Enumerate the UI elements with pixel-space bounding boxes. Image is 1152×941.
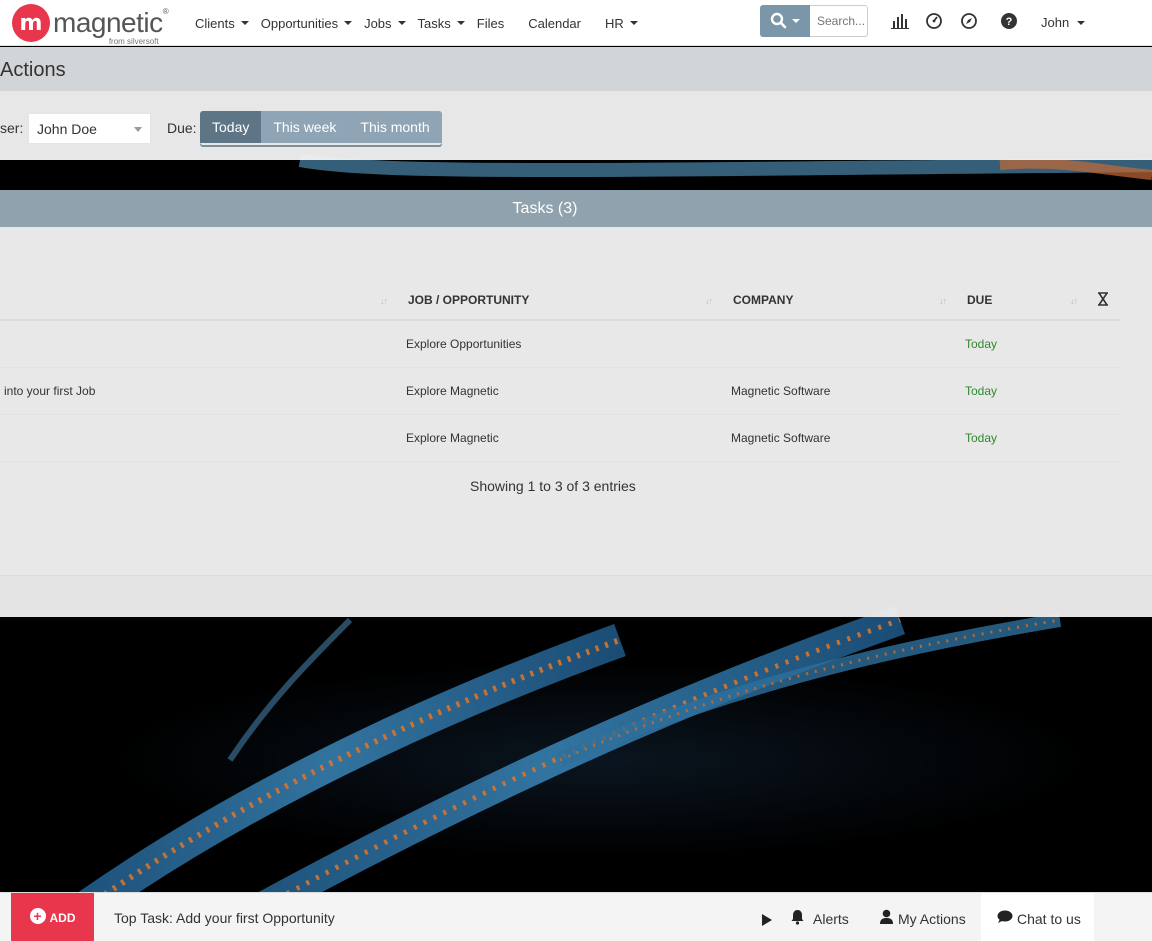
alerts-button[interactable]: Alerts (790, 910, 849, 927)
logo-subtitle: from silversoft (108, 37, 159, 46)
filter-bar: ser: John Doe Due: Today This week This … (0, 91, 1152, 160)
due-filter-group: Today This week This month (200, 111, 442, 145)
chevron-down-icon (792, 19, 800, 23)
plus-circle-icon: + (29, 907, 46, 924)
table-row[interactable]: into your first Job Explore Magnetic Mag… (0, 368, 1120, 415)
chevron-down-icon (344, 21, 353, 25)
nav-files[interactable]: Files (477, 16, 504, 31)
table-row[interactable]: Explore Opportunities Today (0, 321, 1120, 368)
column-header-job[interactable]: JOB / OPPORTUNITY (408, 293, 529, 307)
table-row[interactable]: Explore Magnetic Magnetic Software Today (0, 415, 1120, 462)
chevron-down-icon (1077, 20, 1086, 25)
bottom-bar: + ADD Top Task: Add your first Opportuni… (0, 892, 1152, 941)
nav-calendar[interactable]: Calendar (528, 16, 581, 31)
panel-footer (0, 575, 1152, 617)
dashboard-icon[interactable] (924, 11, 944, 31)
due-this-week-button[interactable]: This week (261, 111, 349, 143)
actions-header: Actions (0, 47, 1152, 91)
logo-registered-mark: ® (162, 7, 169, 16)
due-filter-label: Due: (167, 120, 197, 136)
sort-icon[interactable]: ↓↑ (939, 296, 947, 306)
column-header-due[interactable]: DUE (967, 293, 992, 307)
table-info: Showing 1 to 3 of 3 entries (470, 478, 636, 494)
bell-icon (791, 910, 804, 925)
tasks-title: Tasks (3) (512, 200, 578, 217)
due-today-button[interactable]: Today (200, 111, 262, 143)
user-filter-label: ser: (0, 120, 24, 136)
help-icon[interactable]: ? (999, 11, 1019, 31)
compass-icon[interactable] (959, 11, 979, 31)
bar-chart-icon[interactable] (890, 11, 910, 31)
sort-icon[interactable]: ↓↑ (380, 296, 388, 306)
user-icon (880, 909, 893, 924)
tasks-header: Tasks (3) (0, 190, 1152, 227)
my-actions-button[interactable]: My Actions (879, 909, 966, 927)
search-button[interactable] (760, 5, 810, 37)
due-this-month-button[interactable]: This month (348, 111, 442, 143)
svg-text:?: ? (1006, 16, 1013, 28)
app-logo[interactable]: m magnetic from silversoft ® (12, 3, 174, 46)
chevron-down-icon (456, 21, 465, 25)
sort-icon[interactable]: ↓↑ (705, 296, 713, 306)
chevron-down-icon (629, 21, 638, 25)
chat-button[interactable]: Chat to us (981, 893, 1094, 941)
tasks-table: ↓↑ JOB / OPPORTUNITY ↓↑ COMPANY ↓↑ DUE ↓… (0, 227, 1152, 575)
user-name: John (1041, 15, 1070, 30)
nav-hr[interactable]: HR (605, 16, 638, 31)
logo-wordmark: magnetic (53, 7, 163, 38)
page-title: Actions (0, 59, 66, 81)
top-task-text[interactable]: Top Task: Add your first Opportunity (114, 910, 335, 926)
nav-opportunities[interactable]: Opportunities (261, 16, 353, 31)
nav-tasks[interactable]: Tasks (418, 16, 465, 31)
user-select[interactable]: John Doe (28, 113, 151, 144)
search-icon (770, 12, 787, 29)
add-button[interactable]: + ADD (11, 893, 94, 941)
chevron-down-icon (240, 21, 249, 25)
nav-jobs[interactable]: Jobs (364, 16, 406, 31)
logo-mark: m (12, 4, 50, 42)
dropdown-arrow-icon (134, 127, 142, 132)
main-menu: Clients Opportunities Jobs Tasks Files C… (195, 0, 650, 46)
sort-icon[interactable]: ↓↑ (1070, 296, 1078, 306)
search-input[interactable] (810, 5, 868, 37)
play-icon[interactable] (762, 914, 772, 926)
hourglass-icon[interactable] (1097, 292, 1109, 309)
top-navbar: m magnetic from silversoft ® Clients Opp… (0, 0, 1152, 46)
chevron-down-icon (397, 21, 406, 25)
chat-bubble-icon (997, 910, 1013, 923)
nav-clients[interactable]: Clients (195, 16, 249, 31)
column-header-company[interactable]: COMPANY (733, 293, 793, 307)
user-menu[interactable]: John (1041, 15, 1086, 30)
